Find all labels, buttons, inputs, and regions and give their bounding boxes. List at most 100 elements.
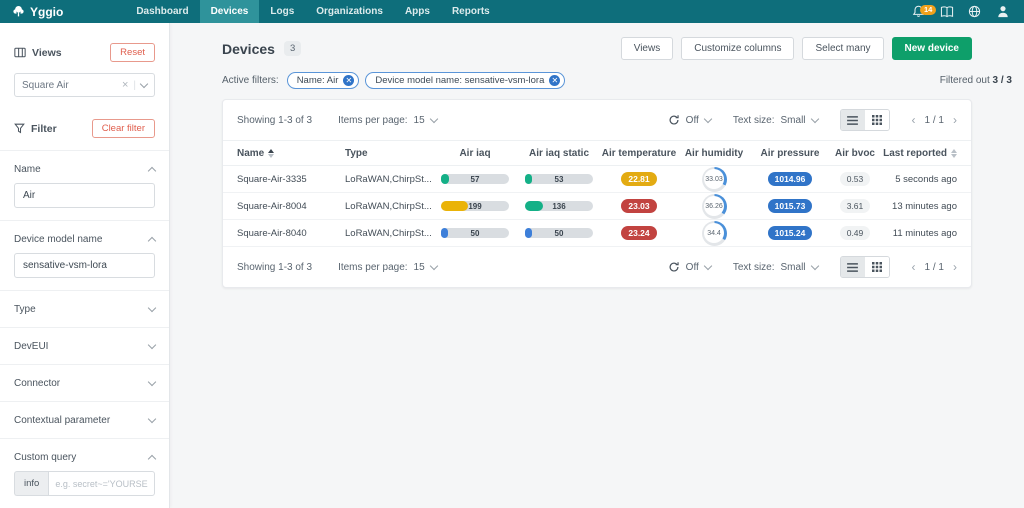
filter-section-name[interactable]: Name bbox=[14, 164, 157, 176]
filter-chip-name[interactable]: Name: Air ✕ bbox=[286, 72, 360, 89]
grid-view-button[interactable] bbox=[864, 257, 889, 277]
items-per-page-value: 15 bbox=[413, 114, 425, 126]
clear-view-icon[interactable]: × bbox=[122, 79, 128, 91]
notifications-bell-icon[interactable]: 14 bbox=[911, 4, 937, 19]
expand-chevron-icon bbox=[147, 303, 157, 313]
filter-section-custom-query[interactable]: Custom query bbox=[14, 452, 157, 464]
showing-label: Showing 1-3 of 3 bbox=[237, 261, 313, 273]
user-account-icon[interactable] bbox=[995, 4, 1010, 19]
chevron-down-icon bbox=[429, 114, 438, 123]
filter-funnel-icon bbox=[14, 123, 25, 134]
auto-refresh-select[interactable]: Off bbox=[668, 114, 713, 126]
next-page-icon[interactable]: › bbox=[953, 113, 957, 127]
device-name[interactable]: Square-Air-8040 bbox=[237, 228, 345, 239]
divider bbox=[0, 364, 169, 365]
expand-chevron-icon bbox=[147, 377, 157, 387]
collapse-chevron-icon bbox=[147, 236, 157, 246]
column-header-air-bvoc[interactable]: Air bvoc bbox=[829, 148, 881, 159]
prev-page-icon[interactable]: ‹ bbox=[912, 260, 916, 274]
list-view-button[interactable] bbox=[840, 257, 865, 277]
nav-item-apps[interactable]: Apps bbox=[394, 0, 441, 23]
custom-query-input[interactable] bbox=[48, 471, 155, 496]
auto-refresh-select[interactable]: Off bbox=[668, 261, 713, 273]
main-nav: Dashboard Devices Logs Organizations App… bbox=[125, 0, 500, 23]
grid-view-button[interactable] bbox=[864, 110, 889, 130]
device-name[interactable]: Square-Air-8004 bbox=[237, 201, 345, 212]
new-device-button[interactable]: New device bbox=[891, 37, 972, 60]
customize-columns-button[interactable]: Customize columns bbox=[681, 37, 795, 60]
nav-item-organizations[interactable]: Organizations bbox=[305, 0, 394, 23]
text-size-select[interactable]: Text size: Small bbox=[733, 114, 819, 126]
text-size-select[interactable]: Text size: Small bbox=[733, 261, 819, 273]
divider bbox=[0, 401, 169, 402]
table-toolbar-bottom: Showing 1-3 of 3 Items per page: 15 Off … bbox=[223, 247, 971, 287]
iaq-static-bar: 53 bbox=[525, 174, 593, 184]
reset-views-button[interactable]: Reset bbox=[110, 43, 155, 62]
items-per-page-select[interactable]: Items per page: 15 bbox=[338, 114, 438, 126]
name-filter-input[interactable] bbox=[14, 183, 155, 208]
filter-chip-device-model[interactable]: Device model name: sensative-vsm-lora ✕ bbox=[365, 72, 566, 89]
pagination: ‹ 1 / 1 › bbox=[912, 113, 957, 127]
nav-item-dashboard[interactable]: Dashboard bbox=[125, 0, 199, 23]
page-indicator: 1 / 1 bbox=[924, 261, 944, 273]
column-header-air-temperature[interactable]: Air temperature bbox=[601, 148, 677, 159]
clear-filter-button[interactable]: Clear filter bbox=[91, 119, 155, 138]
divider bbox=[0, 438, 169, 439]
filter-section-device-model[interactable]: Device model name bbox=[14, 234, 157, 246]
active-filters-row: Active filters: Name: Air ✕ Device model… bbox=[222, 72, 1012, 89]
remove-filter-icon[interactable]: ✕ bbox=[343, 75, 355, 86]
device-count-badge: 3 bbox=[283, 41, 302, 56]
prev-page-icon[interactable]: ‹ bbox=[912, 113, 916, 127]
view-toggle bbox=[839, 109, 890, 131]
filter-section-type[interactable]: Type bbox=[14, 303, 157, 315]
top-navbar: Yggio Dashboard Devices Logs Organizatio… bbox=[0, 0, 1024, 23]
nav-item-logs[interactable]: Logs bbox=[259, 0, 305, 23]
custom-query-info-button[interactable]: info bbox=[14, 471, 49, 496]
docs-book-icon[interactable] bbox=[939, 4, 954, 19]
views-select[interactable]: Square Air × | bbox=[14, 73, 155, 97]
device-name[interactable]: Square-Air-3335 bbox=[237, 174, 345, 185]
table-row[interactable]: Square-Air-8040 LoRaWAN,ChirpSt... 50 50… bbox=[223, 220, 971, 247]
humidity-gauge: 33.03 bbox=[701, 166, 727, 192]
language-globe-icon[interactable] bbox=[967, 4, 982, 19]
expand-chevron-icon bbox=[147, 340, 157, 350]
column-header-type[interactable]: Type bbox=[345, 148, 433, 159]
custom-query-row: info bbox=[14, 471, 155, 496]
table-row[interactable]: Square-Air-3335 LoRaWAN,ChirpSt... 57 53… bbox=[223, 166, 971, 193]
filter-section-deveui[interactable]: DevEUI bbox=[14, 340, 157, 352]
items-per-page-select[interactable]: Items per page: 15 bbox=[338, 261, 438, 273]
temperature-badge: 23.03 bbox=[621, 199, 657, 213]
column-header-name[interactable]: Name bbox=[237, 148, 345, 159]
table-row[interactable]: Square-Air-8004 LoRaWAN,ChirpSt... 199 1… bbox=[223, 193, 971, 220]
filter-section-contextual-parameter[interactable]: Contextual parameter bbox=[14, 414, 157, 426]
next-page-icon[interactable]: › bbox=[953, 260, 957, 274]
views-button[interactable]: Views bbox=[620, 37, 674, 60]
page-title: Devices bbox=[222, 40, 275, 57]
column-header-air-iaq-static[interactable]: Air iaq static bbox=[517, 148, 601, 159]
brand[interactable]: Yggio bbox=[0, 5, 77, 19]
views-select-value: Square Air bbox=[22, 79, 69, 91]
page-header: Devices 3 Views Customize columns Select… bbox=[222, 37, 972, 60]
views-select-chevron-icon[interactable] bbox=[139, 79, 149, 88]
device-model-filter-input[interactable] bbox=[14, 253, 155, 278]
filter-section-connector[interactable]: Connector bbox=[14, 377, 157, 389]
column-header-last-reported[interactable]: Last reported bbox=[881, 148, 957, 159]
column-header-air-iaq[interactable]: Air iaq bbox=[433, 148, 517, 159]
column-header-air-pressure[interactable]: Air pressure bbox=[751, 148, 829, 159]
column-header-air-humidity[interactable]: Air humidity bbox=[677, 148, 751, 159]
chevron-down-icon bbox=[810, 261, 819, 270]
views-header: Views Reset bbox=[14, 43, 155, 62]
nav-item-reports[interactable]: Reports bbox=[441, 0, 501, 23]
list-view-button[interactable] bbox=[840, 110, 865, 130]
remove-filter-icon[interactable]: ✕ bbox=[549, 75, 561, 86]
last-reported: 5 seconds ago bbox=[895, 173, 957, 185]
refresh-icon bbox=[668, 261, 680, 273]
nav-item-devices[interactable]: Devices bbox=[199, 0, 260, 23]
select-many-button[interactable]: Select many bbox=[802, 37, 884, 60]
temperature-badge: 23.24 bbox=[621, 226, 657, 240]
filtered-out-value: 3 / 3 bbox=[992, 75, 1012, 86]
device-type: LoRaWAN,ChirpSt... bbox=[345, 173, 432, 185]
refresh-state: Off bbox=[685, 114, 699, 126]
device-type: LoRaWAN,ChirpSt... bbox=[345, 227, 432, 239]
divider bbox=[0, 150, 169, 151]
